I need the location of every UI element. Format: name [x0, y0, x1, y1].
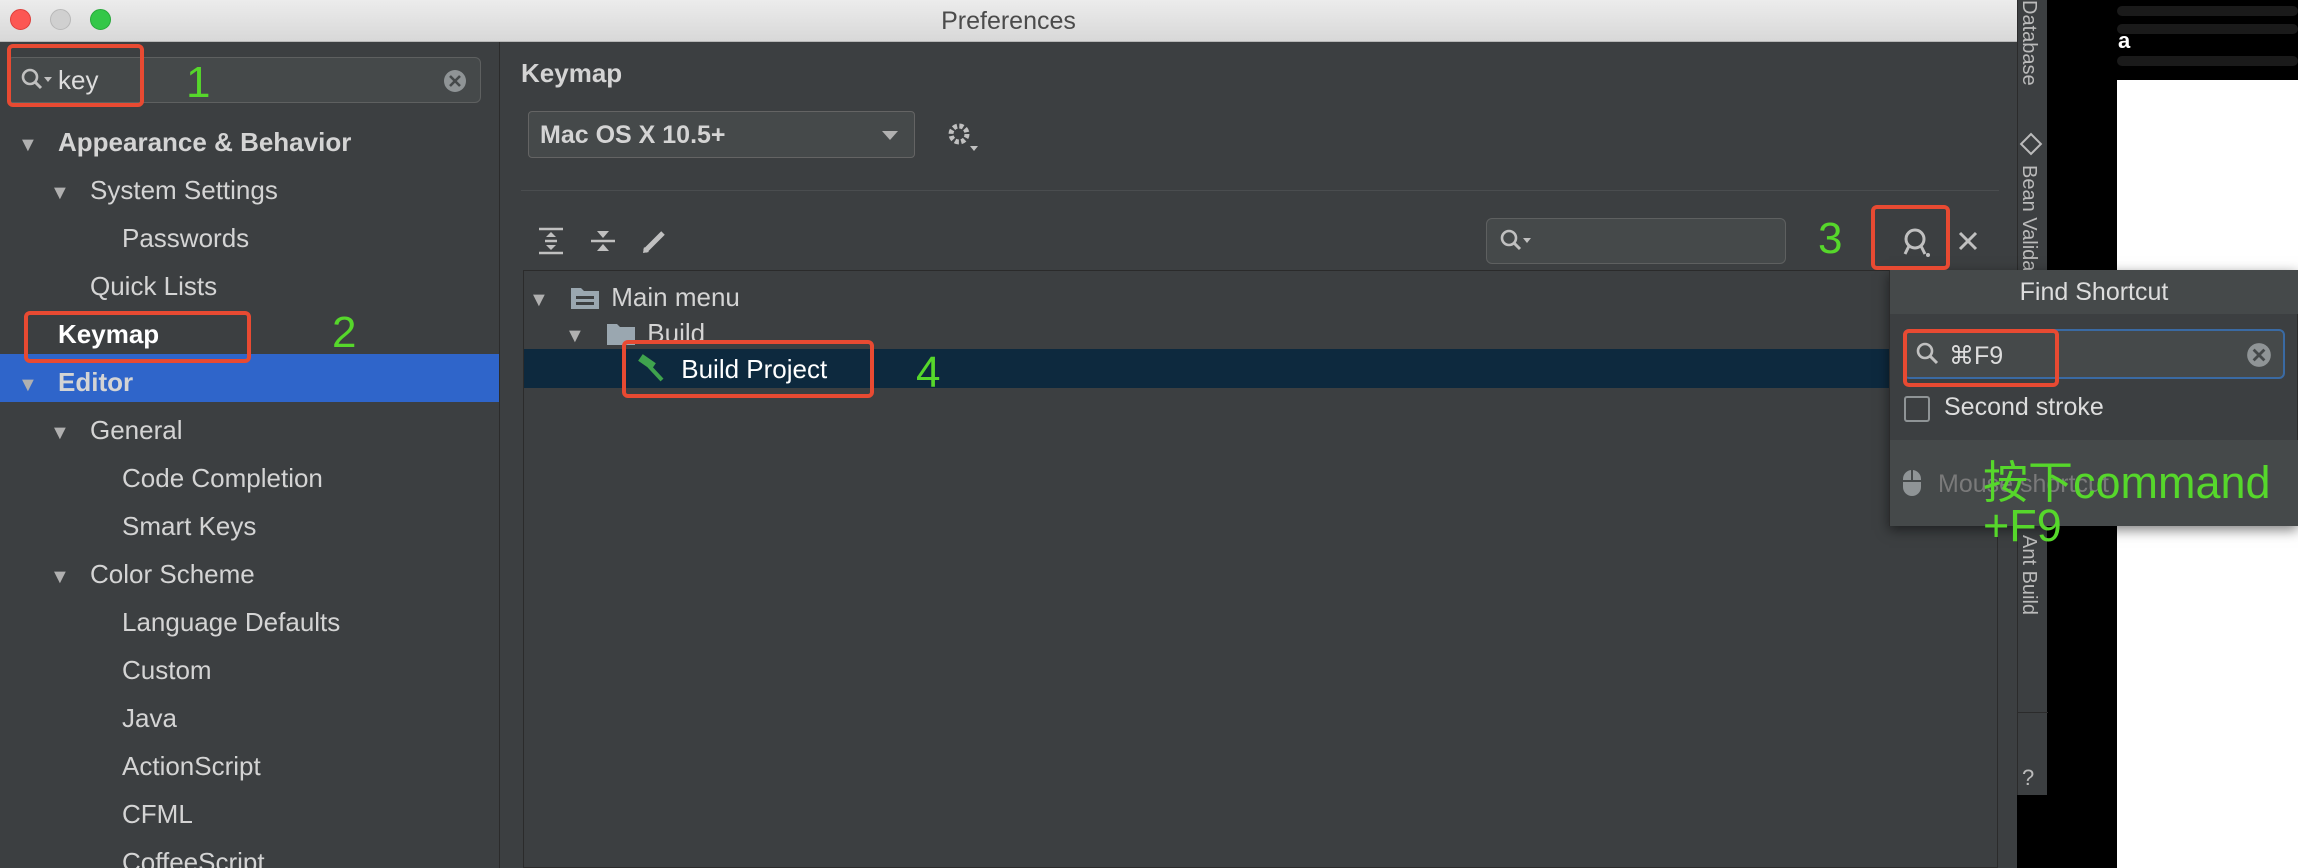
tree-item-system-settings[interactable]: ▼ System Settings	[0, 166, 499, 217]
expand-arrow-icon[interactable]: ▼	[50, 169, 76, 217]
tree-item-custom[interactable]: Custom	[0, 646, 499, 694]
tree-item-code-completion[interactable]: Code Completion	[0, 454, 499, 502]
popup-title: Find Shortcut	[1890, 270, 2298, 314]
clear-search-icon[interactable]	[442, 68, 468, 94]
tree-item-editor[interactable]: ▼ Editor	[0, 358, 499, 409]
search-icon	[1500, 229, 1531, 251]
tree-item-coffeescript[interactable]: CoffeeScript	[0, 838, 499, 868]
tree-item-color-scheme[interactable]: ▼ Color Scheme	[0, 550, 499, 601]
tree-node-main-menu[interactable]: ▼ Main menu	[529, 278, 740, 316]
title-bar: Preferences	[0, 0, 2017, 42]
second-stroke-checkbox[interactable]	[1904, 396, 1930, 422]
redacted-bar	[2117, 24, 2298, 34]
bean-icon	[2019, 132, 2043, 156]
annotation-note-2: +F9	[1983, 500, 2062, 551]
tree-item-actionscript[interactable]: ActionScript	[0, 742, 499, 790]
tree-item-general[interactable]: ▼ General	[0, 406, 499, 457]
window-title: Preferences	[941, 7, 1076, 35]
expand-arrow-icon[interactable]: ▼	[50, 409, 76, 457]
tree-item-smart-keys[interactable]: Smart Keys	[0, 502, 499, 550]
background-text: a	[2118, 28, 2131, 53]
menu-folder-icon	[571, 288, 600, 309]
redacted-bar	[2117, 6, 2298, 16]
annotation-box-1	[7, 44, 144, 107]
tree-item-passwords[interactable]: Passwords	[0, 214, 499, 262]
keymap-scheme-dropdown[interactable]: Mac OS X 10.5+	[528, 111, 915, 158]
annotation-box-2	[24, 311, 251, 363]
annotation-box-4	[622, 340, 874, 398]
expand-arrow-icon[interactable]: ▼	[50, 553, 76, 601]
annotation-number-1: 1	[186, 58, 211, 107]
annotation-number-3: 3	[1818, 214, 1843, 263]
expand-arrow-icon[interactable]: ▼	[529, 289, 549, 311]
page-title: Keymap	[521, 58, 623, 88]
preferences-window: Preferences ▼Appearance & Behavior ▼Syst…	[0, 0, 2017, 868]
gear-icon[interactable]	[945, 120, 981, 154]
close-icon[interactable]	[1955, 228, 1981, 254]
expand-arrow-icon[interactable]: ▼	[18, 121, 44, 169]
edit-pencil-icon[interactable]	[640, 226, 670, 256]
expand-arrow-icon[interactable]: ▼	[565, 325, 585, 347]
mouse-icon	[1903, 470, 1921, 496]
settings-tree: ▼ Appearance & Behavior ▼ System Settings …	[0, 118, 499, 868]
annotation-number-2: 2	[332, 308, 357, 357]
keymap-scheme-value: Mac OS X 10.5+	[540, 121, 726, 149]
tree-item-quick-lists[interactable]: Quick Lists	[0, 262, 499, 310]
tree-item-appearance-behavior[interactable]: ▼ Appearance & Behavior	[0, 118, 499, 169]
settings-sidebar: ▼Appearance & Behavior ▼System Settings …	[0, 42, 500, 868]
tree-item-language-defaults[interactable]: Language Defaults	[0, 598, 499, 646]
annotation-box-3	[1871, 205, 1950, 270]
clear-input-icon[interactable]	[2245, 341, 2273, 369]
collapse-all-icon[interactable]	[588, 226, 618, 256]
divider	[2018, 712, 2048, 713]
chevron-down-icon	[882, 131, 898, 140]
tree-item-cfml[interactable]: CFML	[0, 790, 499, 838]
help-icon[interactable]: ?	[2022, 765, 2034, 791]
tree-item-java[interactable]: Java	[0, 694, 499, 742]
second-stroke-label: Second stroke	[1944, 393, 2104, 421]
redacted-bar	[2117, 56, 2298, 66]
divider	[521, 190, 1999, 191]
expand-all-icon[interactable]	[536, 226, 566, 256]
annotation-box-shortcut	[1903, 329, 2059, 387]
expand-arrow-icon[interactable]: ▼	[18, 361, 44, 409]
database-tab[interactable]: Database	[2017, 0, 2040, 86]
annotation-number-4: 4	[916, 348, 941, 397]
shortcut-filter-field[interactable]	[1486, 218, 1786, 264]
